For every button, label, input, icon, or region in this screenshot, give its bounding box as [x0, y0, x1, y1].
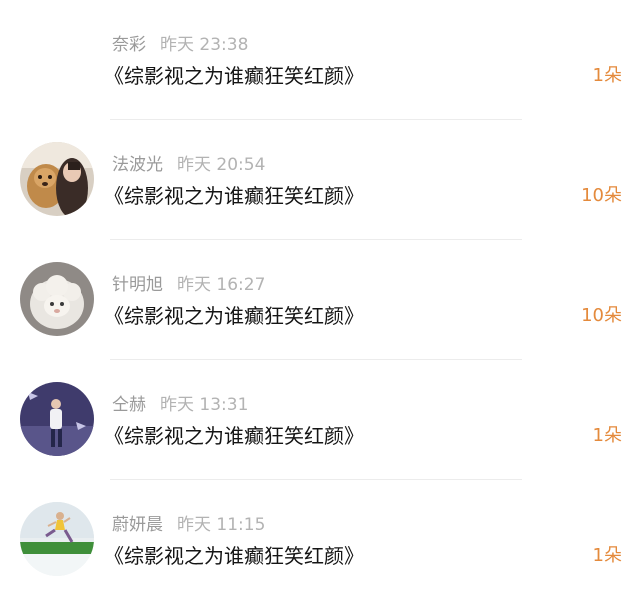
comment-time: 昨天 11:15	[177, 515, 266, 535]
comment-meta: 奈彩 昨天 23:38	[112, 33, 248, 57]
flower-count: 10朵	[581, 305, 622, 326]
user-name[interactable]: 奈彩	[112, 35, 146, 55]
comment-row[interactable]: 蔚妍晨 昨天 11:15 《综影视之为谁癫狂笑红颜》 1朵	[0, 480, 640, 600]
comment-time: 昨天 20:54	[177, 155, 266, 175]
comment-text: 《综影视之为谁癫狂笑红颜》	[104, 304, 364, 328]
user-name[interactable]: 仝赫	[112, 395, 146, 415]
comment-text: 《综影视之为谁癫狂笑红颜》	[104, 184, 364, 208]
comment-row[interactable]: 仝赫 昨天 13:31 《综影视之为谁癫狂笑红颜》 1朵	[0, 360, 640, 480]
avatar[interactable]	[20, 142, 94, 216]
flower-count: 1朵	[592, 545, 622, 566]
avatar[interactable]	[20, 502, 94, 576]
comment-meta: 仝赫 昨天 13:31	[112, 393, 248, 417]
comment-time: 昨天 16:27	[177, 275, 266, 295]
comment-text: 《综影视之为谁癫狂笑红颜》	[104, 544, 364, 568]
comment-time: 昨天 13:31	[160, 395, 249, 415]
comment-meta: 蔚妍晨 昨天 11:15	[112, 513, 265, 537]
avatar[interactable]	[20, 382, 94, 456]
comment-row[interactable]: 针明旭 昨天 16:27 《综影视之为谁癫狂笑红颜》 10朵	[0, 240, 640, 360]
user-name[interactable]: 法波光	[112, 155, 163, 175]
comment-row[interactable]: 法波光 昨天 20:54 《综影视之为谁癫狂笑红颜》 10朵	[0, 120, 640, 240]
user-name[interactable]: 蔚妍晨	[112, 515, 163, 535]
avatar[interactable]	[20, 262, 94, 336]
comment-meta: 针明旭 昨天 16:27	[112, 273, 265, 297]
comment-time: 昨天 23:38	[160, 35, 249, 55]
flower-count: 10朵	[581, 185, 622, 206]
comment-list: 奈彩 昨天 23:38 《综影视之为谁癫狂笑红颜》 1朵 法波光 昨天 20:54	[0, 0, 640, 600]
user-name[interactable]: 针明旭	[112, 275, 163, 295]
comment-text: 《综影视之为谁癫狂笑红颜》	[104, 64, 364, 88]
flower-count: 1朵	[592, 65, 622, 86]
flower-count: 1朵	[592, 425, 622, 446]
comment-meta: 法波光 昨天 20:54	[112, 153, 265, 177]
comment-text: 《综影视之为谁癫狂笑红颜》	[104, 424, 364, 448]
comment-row[interactable]: 奈彩 昨天 23:38 《综影视之为谁癫狂笑红颜》 1朵	[0, 0, 640, 120]
